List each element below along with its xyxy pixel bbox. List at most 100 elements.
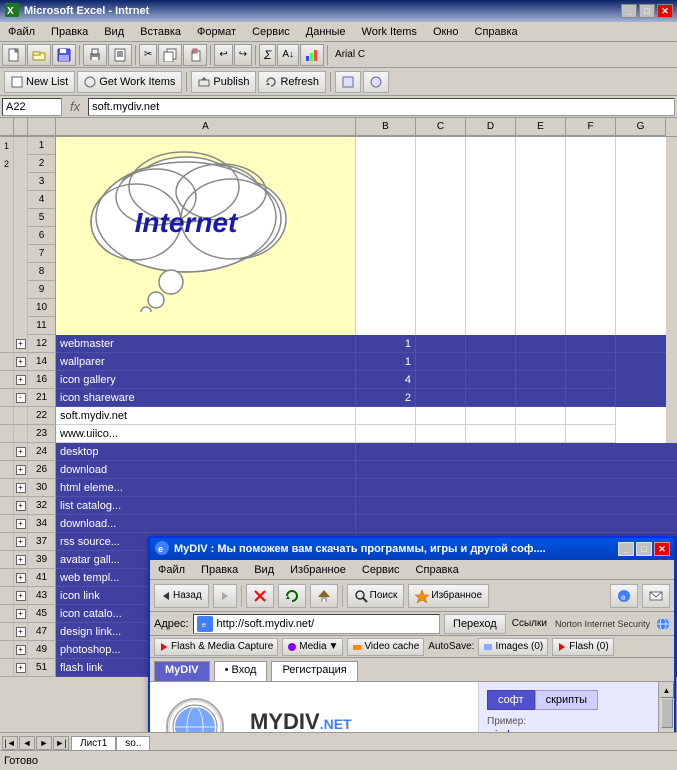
tab-register[interactable]: Регистрация — [271, 661, 357, 681]
first-sheet-button[interactable]: |◄ — [2, 736, 18, 750]
sheet-tab-2[interactable]: so.. — [116, 736, 150, 750]
cell-a22[interactable]: soft.mydiv.net — [56, 407, 356, 425]
go-button[interactable]: Переход — [444, 614, 506, 634]
paste-button[interactable] — [183, 44, 207, 66]
undo-button[interactable]: ↩ — [214, 44, 232, 66]
publish-button[interactable]: Publish — [191, 71, 256, 93]
browser-menu-tools[interactable]: Сервис — [354, 562, 408, 578]
cell-b21[interactable]: 2 — [356, 389, 416, 407]
expand-btn-21[interactable]: - — [16, 393, 26, 403]
cell-a26[interactable]: download — [56, 461, 356, 479]
expand-btn-12[interactable]: + — [16, 339, 26, 349]
open-button[interactable] — [27, 44, 51, 66]
get-work-items-button[interactable]: Get Work Items — [77, 71, 182, 93]
maximize-button[interactable]: □ — [639, 4, 655, 18]
browser-menu-favorites[interactable]: Избранное — [282, 562, 354, 578]
refresh-button[interactable]: Refresh — [258, 71, 326, 93]
extra-button-2[interactable] — [363, 71, 389, 93]
save-button[interactable] — [52, 44, 76, 66]
chart-button[interactable] — [300, 44, 324, 66]
cell-a23[interactable]: www.uiico... — [56, 425, 356, 443]
cell-a16[interactable]: icon gallery — [56, 371, 356, 389]
menu-file[interactable]: Файл — [0, 24, 43, 40]
formula-input[interactable] — [88, 98, 675, 116]
browser-menu-help[interactable]: Справка — [408, 562, 467, 578]
expand-col-12[interactable]: + — [14, 335, 28, 353]
cell-b14[interactable]: 1 — [356, 353, 416, 371]
soft-tab[interactable]: софт — [487, 690, 535, 710]
address-value[interactable]: http://soft.mydiv.net/ — [213, 618, 315, 630]
expand-btn-14[interactable]: + — [16, 357, 26, 367]
cell-a14[interactable]: wallparer — [56, 353, 356, 371]
scroll-up-button[interactable]: ▲ — [660, 682, 674, 698]
browser-icon: e — [154, 540, 170, 559]
browser-menu-file[interactable]: Файл — [150, 562, 193, 578]
redo-button[interactable]: ↪ — [234, 44, 252, 66]
sort-asc-button[interactable]: A↓ — [277, 44, 299, 66]
menu-data[interactable]: Данные — [298, 24, 354, 40]
cell-a30[interactable]: html eleme... — [56, 479, 356, 497]
tab-login[interactable]: • Вход — [214, 661, 268, 681]
flash-capture-button[interactable]: Flash & Media Capture — [154, 638, 278, 656]
menu-window[interactable]: Окно — [425, 24, 467, 40]
cell-b12[interactable]: 1 — [356, 335, 416, 353]
level-1[interactable]: 1 — [0, 137, 13, 155]
expand-col-21[interactable]: - — [14, 389, 28, 407]
browser-maximize-button[interactable]: □ — [636, 542, 652, 556]
images-button[interactable]: Images (0) — [478, 638, 548, 656]
menu-edit[interactable]: Правка — [43, 24, 96, 40]
extra-button-1[interactable] — [335, 71, 361, 93]
example-value[interactable]: windows — [487, 729, 529, 732]
print-button[interactable] — [83, 44, 107, 66]
next-sheet-button[interactable]: ► — [36, 736, 52, 750]
forward-button[interactable] — [213, 584, 237, 608]
browser-minimize-button[interactable]: _ — [618, 542, 634, 556]
browser-close-button[interactable]: ✕ — [654, 542, 670, 556]
cut-button[interactable]: ✂ — [139, 44, 157, 66]
search-button[interactable]: Поиск — [347, 584, 405, 608]
menu-insert[interactable]: Вставка — [132, 24, 189, 40]
browser-scrollbar[interactable]: ▲ ▼ — [658, 682, 674, 732]
new-button[interactable] — [2, 44, 26, 66]
minimize-button[interactable]: _ — [621, 4, 637, 18]
scroll-thumb[interactable] — [661, 698, 673, 728]
last-sheet-button[interactable]: ►| — [53, 736, 69, 750]
back-button[interactable]: Назад — [154, 584, 209, 608]
tab-mydiv[interactable]: MyDIV — [154, 661, 210, 681]
preview-button[interactable] — [108, 44, 132, 66]
name-box[interactable] — [2, 98, 62, 116]
cell-b16[interactable]: 4 — [356, 371, 416, 389]
stop-button[interactable] — [246, 584, 274, 608]
expand-col-14[interactable]: + — [14, 353, 28, 371]
home-button[interactable] — [310, 584, 338, 608]
cell-a32[interactable]: list catalog... — [56, 497, 356, 515]
browser-refresh-button[interactable] — [278, 584, 306, 608]
copy-button[interactable] — [158, 44, 182, 66]
menu-tools[interactable]: Сервис — [244, 24, 298, 40]
prev-sheet-button[interactable]: ◄ — [19, 736, 35, 750]
flash-count-button[interactable]: Flash (0) — [552, 638, 613, 656]
favorites-button[interactable]: Избранное — [408, 584, 489, 608]
new-list-button[interactable]: New List — [4, 71, 75, 93]
expand-btn-16[interactable]: + — [16, 375, 26, 385]
menu-view[interactable]: Вид — [96, 24, 132, 40]
scripts-tab[interactable]: скрипты — [535, 690, 598, 710]
cell-a24[interactable]: desktop — [56, 443, 356, 461]
close-button[interactable]: ✕ — [657, 4, 673, 18]
video-cache-button[interactable]: Video cache — [347, 638, 424, 656]
browser-menu-edit[interactable]: Правка — [193, 562, 246, 578]
sheet-tab-1[interactable]: Лист1 — [71, 736, 116, 750]
autosum-button[interactable]: Σ — [259, 44, 276, 66]
nav-mail-button[interactable] — [642, 584, 670, 608]
menu-format[interactable]: Формат — [189, 24, 244, 40]
cell-a21[interactable]: icon shareware — [56, 389, 356, 407]
menu-help[interactable]: Справка — [467, 24, 526, 40]
nav-extra-button[interactable]: e — [610, 584, 638, 608]
browser-menu-view[interactable]: Вид — [246, 562, 282, 578]
cell-a12[interactable]: webmaster — [56, 335, 356, 353]
cell-a34[interactable]: download... — [56, 515, 356, 533]
media-button[interactable]: Media ▼ — [282, 638, 343, 656]
expand-col-16[interactable]: + — [14, 371, 28, 389]
level-2[interactable]: 2 — [0, 155, 13, 173]
menu-workitems[interactable]: Work Items — [354, 24, 425, 40]
